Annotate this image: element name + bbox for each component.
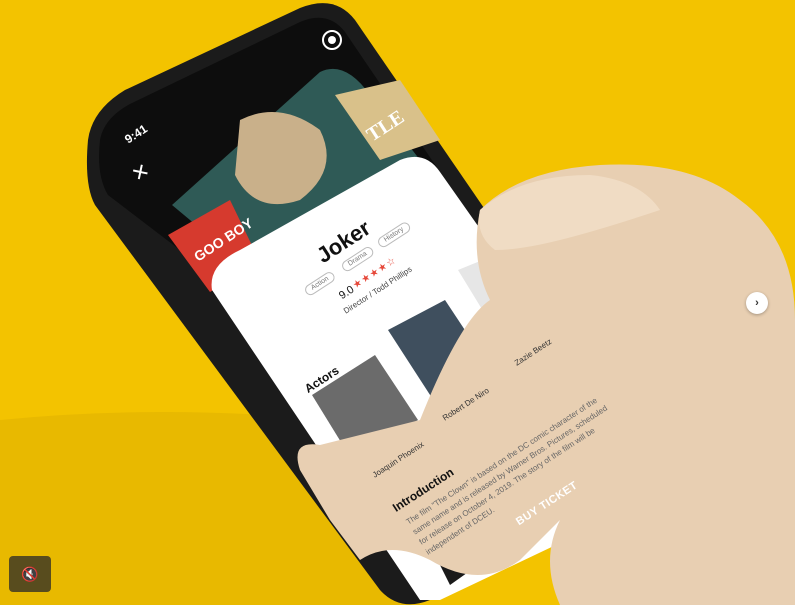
muted-speaker-icon[interactable]: 🔇	[9, 556, 51, 592]
chevron-right-icon[interactable]: ›	[746, 292, 768, 314]
camera-icon[interactable]	[322, 30, 342, 50]
